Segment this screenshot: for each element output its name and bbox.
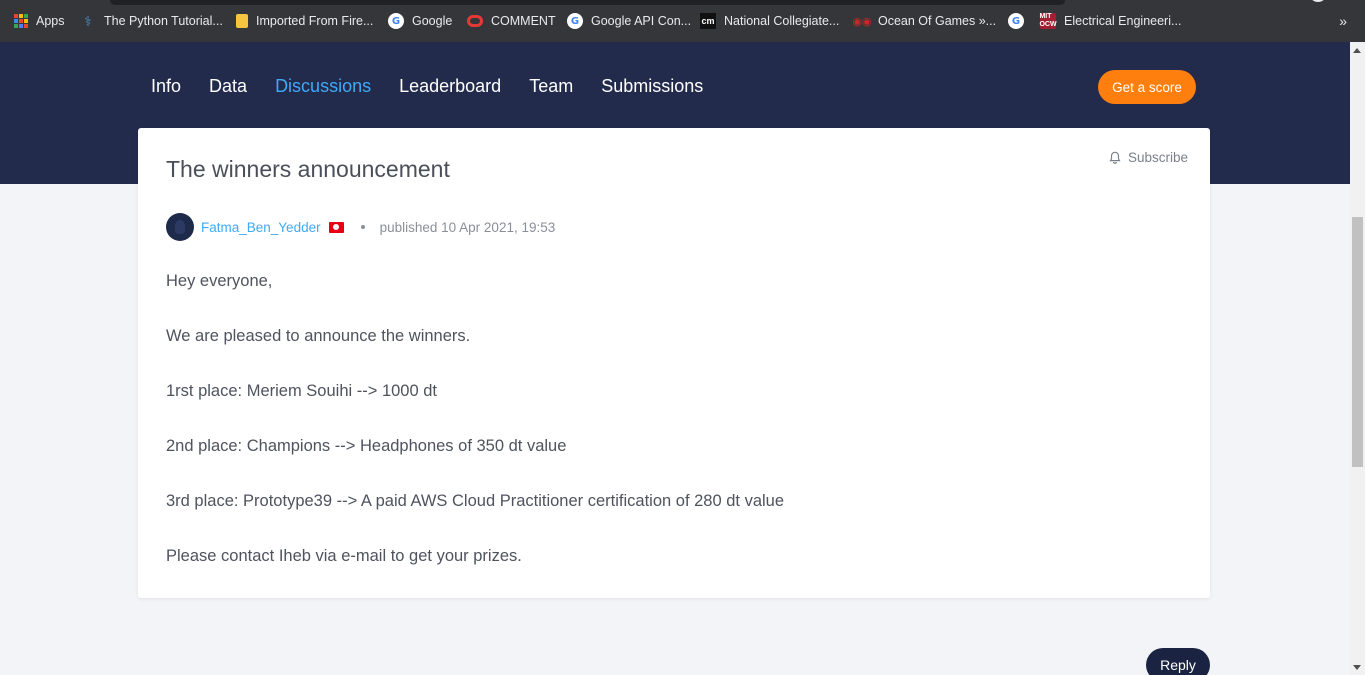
google-icon: G	[567, 13, 583, 29]
subscribe-label: Subscribe	[1127, 150, 1188, 165]
competition-nav: Info Data Discussions Leaderboard Team S…	[151, 76, 731, 96]
bookmark-google-untitled[interactable]: G	[1008, 0, 1032, 42]
get-a-score-button[interactable]: Get a score	[1098, 70, 1196, 104]
tab-data[interactable]: Data	[209, 76, 247, 96]
meta-separator-dot	[360, 225, 365, 229]
post-title: The winners announcement	[166, 156, 450, 182]
scroll-down-arrow-icon[interactable]	[1353, 665, 1361, 670]
tab-discussions[interactable]: Discussions	[275, 76, 371, 96]
bookmark-python-tutorial[interactable]: ⚕ The Python Tutorial...	[80, 0, 223, 42]
python-icon: ⚕	[84, 12, 92, 29]
bookmark-label: The Python Tutorial...	[104, 14, 223, 28]
author-avatar[interactable]	[166, 213, 194, 241]
oracle-icon	[467, 15, 483, 27]
bookmark-comment[interactable]: COMMENT	[467, 0, 556, 42]
bookmark-electrical-engineering[interactable]: MIT OCW Electrical Engineeri...	[1039, 0, 1182, 42]
bookmark-label: National Collegiate...	[724, 14, 840, 28]
apps-grid-icon	[14, 14, 28, 28]
bookmark-label: Google	[412, 14, 453, 28]
tab-team[interactable]: Team	[529, 76, 573, 96]
bookmark-national-collegiate[interactable]: cm National Collegiate...	[700, 0, 839, 42]
ocean-of-games-icon: ◉◉	[852, 15, 872, 28]
bookmark-label: COMMENT	[491, 14, 556, 28]
bookmark-label: Imported From Fire...	[256, 14, 374, 28]
discussion-post-card: The winners announcement Subscribe Fatma…	[138, 128, 1210, 598]
bookmark-label: Google API Con...	[591, 14, 692, 28]
scrollbar-thumb[interactable]	[1352, 217, 1363, 467]
bookmark-label: Apps	[36, 14, 65, 28]
bookmark-google-api[interactable]: G Google API Con...	[567, 0, 691, 42]
post-paragraph: 3rd place: Prototype39 --> A paid AWS Cl…	[166, 492, 785, 510]
tab-submissions[interactable]: Submissions	[601, 76, 703, 96]
page-scrollbar[interactable]	[1350, 42, 1365, 675]
bookmarks-bar: Apps ⚕ The Python Tutorial... Imported F…	[0, 0, 1365, 42]
post-body: Hey everyone, We are pleased to announce…	[166, 271, 784, 601]
post-paragraph: 2nd place: Champions --> Headphones of 3…	[166, 437, 567, 455]
folder-icon	[236, 14, 248, 28]
scroll-up-arrow-icon[interactable]	[1353, 48, 1361, 53]
tunisia-flag-icon	[328, 221, 344, 233]
mit-ocw-icon: MIT OCW	[1039, 13, 1057, 29]
post-paragraph: Hey everyone,	[166, 272, 273, 290]
tab-info[interactable]: Info	[151, 76, 181, 96]
tab-leaderboard[interactable]: Leaderboard	[399, 76, 501, 96]
subscribe-button[interactable]: Subscribe	[1108, 150, 1188, 165]
profile-avatar-edge[interactable]	[1311, 0, 1325, 2]
post-meta: Fatma_Ben_Yedder published 10 Apr 2021, …	[166, 213, 555, 241]
post-paragraph: 1rst place: Meriem Souihi --> 1000 dt	[166, 382, 438, 400]
post-paragraph: Please contact Iheb via e-mail to get yo…	[166, 547, 522, 565]
reply-button[interactable]: Reply	[1146, 648, 1210, 675]
author-link[interactable]: Fatma_Ben_Yedder	[201, 220, 321, 235]
more-bookmarks-chevron[interactable]: »	[1339, 13, 1347, 29]
bell-icon	[1109, 151, 1121, 164]
post-paragraph: We are pleased to announce the winners.	[166, 327, 471, 345]
cm-icon: cm	[700, 13, 716, 29]
bookmark-apps[interactable]: Apps	[14, 0, 65, 42]
google-icon: G	[388, 13, 404, 29]
bookmark-ocean-of-games[interactable]: ◉◉ Ocean Of Games »...	[852, 0, 997, 42]
published-date: published 10 Apr 2021, 19:53	[379, 219, 556, 235]
bookmark-google[interactable]: G Google	[388, 0, 452, 42]
bookmark-imported-firefox[interactable]: Imported From Fire...	[236, 0, 373, 42]
bookmark-label: Ocean Of Games »...	[878, 14, 997, 28]
google-icon: G	[1008, 13, 1024, 29]
bookmark-label: Electrical Engineeri...	[1064, 14, 1182, 28]
